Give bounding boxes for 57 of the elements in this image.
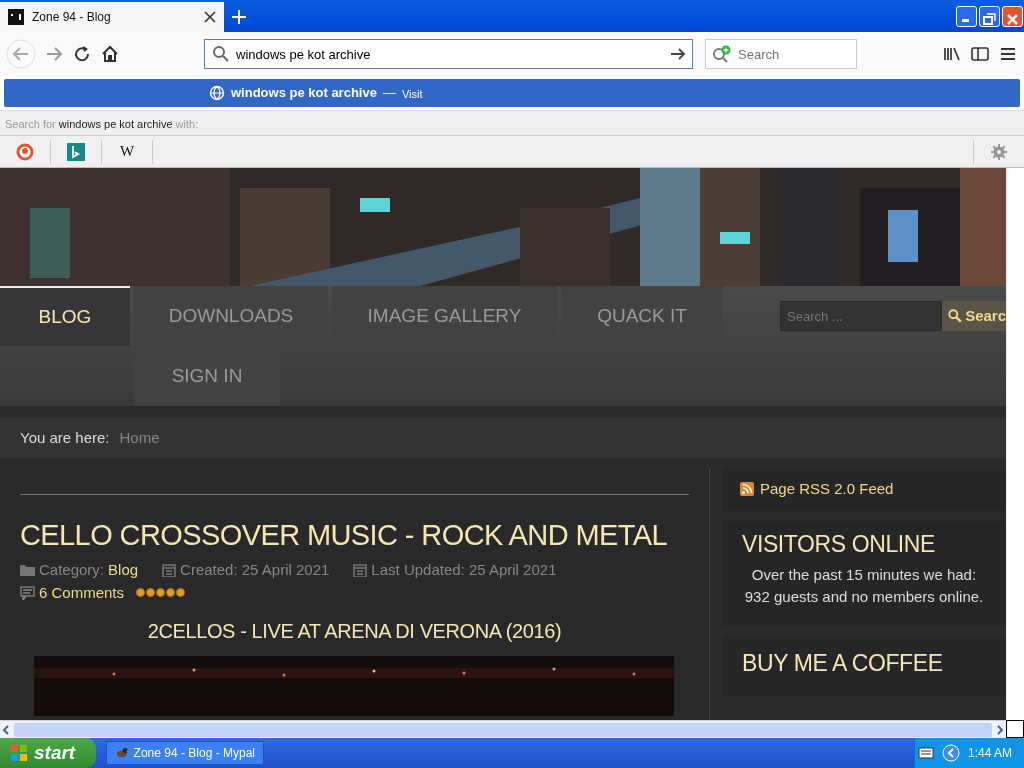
comment-icon: [20, 585, 35, 600]
video-title: 2CELLOS - LIVE AT ARENA DI VERONA (2016): [146, 619, 563, 644]
separator-text: —: [382, 84, 396, 103]
rss-icon: [740, 482, 754, 497]
duck-logo-icon: [16, 142, 34, 161]
start-button[interactable]: start: [0, 738, 96, 768]
wikipedia-logo: W: [119, 142, 135, 162]
category-link[interactable]: Blog: [108, 559, 139, 582]
settings-icon: [990, 142, 1008, 161]
visitors-text: Over the past 15 minutes we had: 932 guests and no members online.: [743, 565, 985, 608]
created-date: Created: 25 April 2021: [180, 560, 330, 580]
search-icon: [212, 45, 230, 63]
keyboard-icon[interactable]: [917, 747, 934, 759]
url-field[interactable]: windows pe kot archive: [204, 39, 693, 69]
tab-title: Zone 94 - Blog: [32, 9, 112, 26]
nav-item[interactable]: BLOG: [0, 286, 130, 346]
search-with-text: Search for windows pe kot archive with:: [5, 118, 199, 130]
suggestion-text: windows pe kot archive: [231, 84, 377, 103]
minimize-icon: [962, 18, 969, 22]
sidebar-icon[interactable]: [970, 44, 990, 64]
calendar-icon: [162, 563, 177, 578]
scrollbar-corner: [1006, 720, 1024, 738]
visit-label: Visit: [401, 87, 423, 103]
category-label: Category:: [39, 560, 105, 580]
close-tab-icon[interactable]: [204, 11, 216, 23]
suggestion-row[interactable]: windows pe kot archive — Visit: [4, 79, 1020, 107]
folder-icon: [20, 564, 35, 577]
widget-title: VISITORS ONLINE: [742, 530, 936, 559]
breadcrumb-link[interactable]: Home: [119, 426, 160, 450]
article-title: CELLO CROSSOVER MUSIC - ROCK AND METAL: [20, 518, 667, 553]
minimize-button[interactable]: [956, 5, 977, 27]
search-icon: [948, 308, 963, 324]
close-window-button[interactable]: [1002, 5, 1023, 27]
bing-logo-icon: [67, 142, 85, 161]
show-hidden-icons-icon[interactable]: [941, 744, 960, 762]
horizontal-scrollbar[interactable]: [0, 720, 1006, 738]
windows-logo-icon: [10, 744, 28, 762]
globe-icon: [209, 85, 225, 101]
scroll-left-icon[interactable]: [0, 723, 12, 736]
add-search-icon: [712, 45, 732, 63]
breadcrumb-label: You are here:: [20, 427, 110, 448]
updated-date: Last Updated: 25 April 2021: [371, 560, 557, 580]
site-search-button[interactable]: Searc: [942, 301, 1006, 331]
site-favicon-icon: [8, 9, 24, 25]
scroll-right-icon[interactable]: [994, 723, 1006, 736]
home-icon[interactable]: [100, 44, 120, 64]
search-engine-button[interactable]: W: [102, 139, 153, 164]
clock: 1:44 AM: [967, 745, 1012, 762]
site-search-field[interactable]: Search ...: [780, 301, 942, 331]
search-field[interactable]: Search: [705, 39, 857, 69]
taskbar-button[interactable]: Zone 94 - Blog - Mypal: [106, 741, 264, 765]
widget-title: BUY ME A COFFEE: [742, 650, 944, 678]
calendar-icon: [353, 563, 368, 578]
browser-tab[interactable]: Zone 94 - Blog: [0, 2, 224, 32]
reload-icon[interactable]: [72, 44, 92, 64]
restore-button[interactable]: [979, 5, 1000, 27]
comments-link[interactable]: 6 Comments: [39, 581, 125, 604]
